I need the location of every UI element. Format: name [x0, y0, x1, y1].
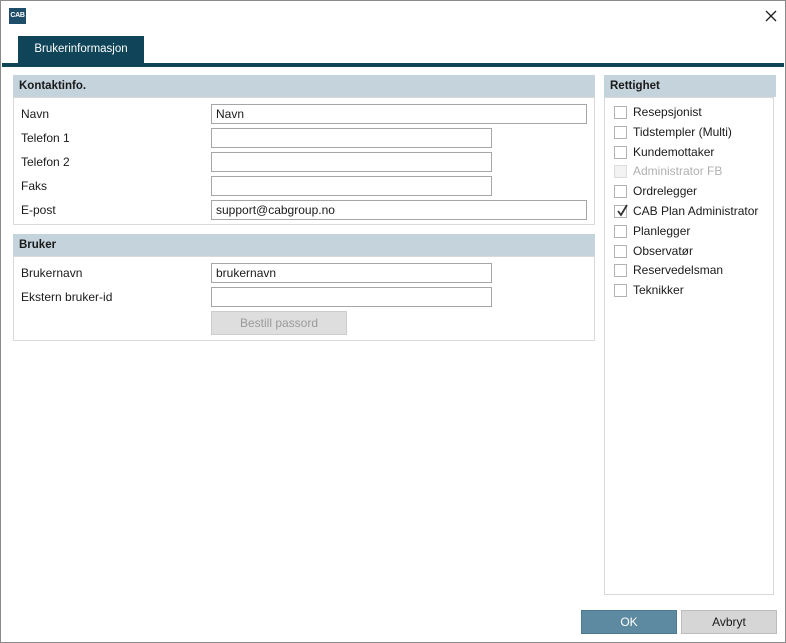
tab-brukerinformasjon[interactable]: Brukerinformasjon [18, 36, 144, 63]
rights-checkbox[interactable] [614, 204, 628, 218]
rights-item-label: Tidstempler (Multi) [633, 125, 732, 139]
rights-checkbox[interactable] [614, 263, 627, 277]
phone1-field[interactable] [211, 128, 492, 148]
rights-checkbox[interactable] [614, 184, 627, 198]
rights-group-header: Rettighet [604, 75, 776, 97]
rights-checkbox [614, 164, 627, 178]
phone2-field[interactable] [211, 152, 492, 172]
rights-item-teknikker[interactable]: Teknikker [614, 282, 684, 298]
rights-item-label: Teknikker [633, 283, 684, 297]
rights-item-label: Planlegger [633, 224, 691, 238]
contact-group-header: Kontaktinfo. [13, 75, 595, 97]
checkmark-icon [617, 204, 628, 217]
ok-button[interactable]: OK [581, 610, 677, 634]
rights-item-kundemottaker[interactable]: Kundemottaker [614, 144, 714, 160]
rights-item-label: Administrator FB [633, 164, 723, 178]
rights-item-label: Ordrelegger [633, 184, 698, 198]
close-button[interactable] [759, 5, 783, 27]
rights-checkbox[interactable] [614, 125, 627, 139]
email-label: E-post [21, 203, 56, 217]
rights-item-label: Reservedelsman [633, 263, 724, 277]
cancel-button[interactable]: Avbryt [681, 610, 777, 634]
email-field[interactable] [211, 200, 587, 220]
rights-item-administrator-fb: Administrator FB [614, 163, 722, 179]
username-label: Brukernavn [21, 266, 83, 280]
dialog-window: CAB Brukerinformasjon Kontaktinfo. Navn … [0, 0, 786, 643]
name-label: Navn [21, 107, 50, 121]
tab-underline [2, 63, 784, 67]
rights-checkbox[interactable] [614, 283, 627, 297]
user-group-header: Bruker [13, 234, 595, 256]
rights-checkbox[interactable] [614, 145, 627, 159]
phone2-label: Telefon 2 [21, 155, 70, 169]
rights-checkbox[interactable] [614, 224, 627, 238]
rights-checkbox[interactable] [614, 105, 627, 119]
rights-item-reservedelsman[interactable]: Reservedelsman [614, 262, 723, 278]
fax-label: Faks [21, 179, 48, 193]
order-password-button[interactable]: Bestill passord [211, 311, 347, 335]
rights-item-label: Observatør [633, 244, 694, 258]
fax-field[interactable] [211, 176, 492, 196]
external-user-id-field[interactable] [211, 287, 492, 307]
rights-item-tidstempler-multi[interactable]: Tidstempler (Multi) [614, 124, 732, 140]
name-field[interactable] [211, 104, 587, 124]
rights-item-planlegger[interactable]: Planlegger [614, 223, 690, 239]
rights-item-resepsjonist[interactable]: Resepsjonist [614, 104, 702, 120]
rights-item-label: CAB Plan Administrator [633, 204, 759, 218]
rights-item-cab-plan-administrator[interactable]: CAB Plan Administrator [614, 203, 758, 219]
rights-item-label: Resepsjonist [633, 105, 702, 119]
rights-item-label: Kundemottaker [633, 145, 715, 159]
username-field[interactable] [211, 263, 492, 283]
rights-checkbox[interactable] [614, 244, 627, 258]
close-icon [765, 10, 777, 22]
rights-item-ordrelegger[interactable]: Ordrelegger [614, 183, 697, 199]
phone1-label: Telefon 1 [21, 131, 70, 145]
rights-item-observator[interactable]: Observatør [614, 243, 693, 259]
external-user-id-label: Ekstern bruker-id [21, 290, 113, 304]
app-logo-icon: CAB [9, 8, 26, 24]
